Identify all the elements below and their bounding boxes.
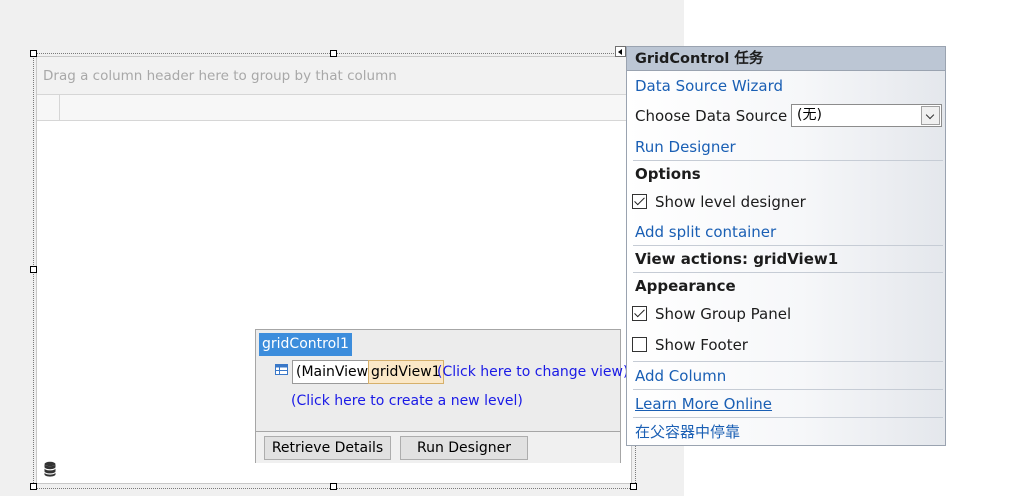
show-group-panel-checkbox[interactable] xyxy=(632,306,647,321)
add-split-container-link[interactable]: Add split container xyxy=(635,222,776,242)
create-level-link[interactable]: (Click here to create a new level) xyxy=(291,389,523,413)
task-panel-title: GridControl 任务 xyxy=(627,47,945,71)
dock-in-parent-link[interactable]: 在父容器中停靠 xyxy=(635,422,740,442)
grid-view-node[interactable]: gridView1 xyxy=(368,360,444,384)
options-heading: Options xyxy=(635,165,701,183)
task-panel: GridControl 任务 Data Source Wizard Choose… xyxy=(626,46,946,446)
smart-tag-icon[interactable] xyxy=(615,46,626,57)
resize-handle-top-left[interactable] xyxy=(30,50,37,57)
row-indicator-header xyxy=(37,95,60,120)
level-designer: gridControl1 (MainView) gridView1 (Click… xyxy=(255,329,628,463)
group-panel-hint: Drag a column header here to group by th… xyxy=(43,68,397,84)
view-actions-heading: View actions: gridView1 xyxy=(635,250,839,268)
data-source-value: (无) xyxy=(797,107,822,123)
column-header-row[interactable] xyxy=(37,95,631,121)
chevron-down-icon[interactable] xyxy=(921,106,940,125)
resize-handle-bottom[interactable] xyxy=(330,483,337,490)
divider xyxy=(633,160,943,161)
resize-handle-left[interactable] xyxy=(30,266,37,273)
show-level-designer-checkbox[interactable] xyxy=(632,194,647,209)
group-panel[interactable]: Drag a column header here to group by th… xyxy=(37,57,631,95)
divider xyxy=(633,389,943,390)
grid-control-node[interactable]: gridControl1 xyxy=(259,333,352,356)
retrieve-details-button[interactable]: Retrieve Details xyxy=(264,436,391,460)
main-view-label[interactable]: (MainView) xyxy=(292,360,378,384)
run-designer-button[interactable]: Run Designer xyxy=(400,436,528,460)
data-source-wizard-link[interactable]: Data Source Wizard xyxy=(635,76,783,96)
show-level-designer-label[interactable]: Show level designer xyxy=(655,192,806,212)
resize-handle-top[interactable] xyxy=(330,50,337,57)
show-footer-label[interactable]: Show Footer xyxy=(655,335,748,355)
resize-handle-bottom-right[interactable] xyxy=(630,483,637,490)
database-icon[interactable] xyxy=(41,460,59,478)
divider xyxy=(633,361,943,362)
change-view-link[interactable]: (Click here to change view) xyxy=(437,360,628,384)
learn-more-online-link[interactable]: Learn More Online xyxy=(635,394,772,414)
divider xyxy=(633,417,943,418)
run-designer-link[interactable]: Run Designer xyxy=(635,137,736,157)
grid-view-icon xyxy=(275,364,288,375)
resize-handle-bottom-left[interactable] xyxy=(30,483,37,490)
divider xyxy=(633,272,943,273)
show-footer-checkbox[interactable] xyxy=(632,337,647,352)
divider xyxy=(633,245,943,246)
level-designer-buttons: Retrieve Details Run Designer xyxy=(256,431,620,463)
show-group-panel-label[interactable]: Show Group Panel xyxy=(655,304,791,324)
data-source-select[interactable]: (无) xyxy=(791,104,942,127)
appearance-heading: Appearance xyxy=(635,277,736,295)
level-designer-tree: gridControl1 (MainView) gridView1 (Click… xyxy=(256,330,628,431)
choose-data-source-label: Choose Data Source xyxy=(635,107,788,125)
add-column-link[interactable]: Add Column xyxy=(635,366,726,386)
